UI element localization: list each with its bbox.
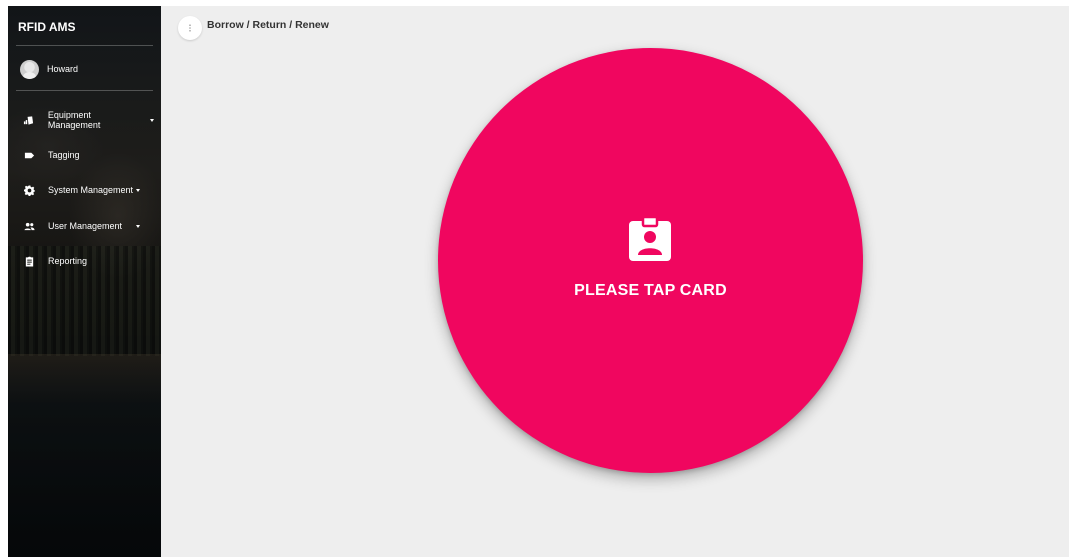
more-vert-icon <box>189 24 191 32</box>
app-brand[interactable]: RFID AMS <box>18 20 76 34</box>
breadcrumb: Borrow / Return / Renew <box>207 19 329 31</box>
sidebar-item-label: User Management <box>48 221 123 231</box>
sidebar-item-system-management[interactable]: System Management <box>22 181 154 199</box>
sidebar-item-user-management[interactable]: User Management <box>22 217 154 235</box>
badge-card-icon <box>629 215 671 261</box>
sidebar-item-label: Reporting <box>48 256 88 266</box>
label-tag-icon <box>22 148 36 162</box>
chevron-down-icon <box>136 188 140 192</box>
user-name: Howard <box>47 64 79 74</box>
gear-icon <box>22 183 36 197</box>
sidebar-item-reporting[interactable]: Reporting <box>22 252 154 270</box>
sidebar-item-label: System Management <box>48 185 134 195</box>
chevron-down-icon <box>136 224 140 228</box>
main-content: Borrow / Return / Renew PLEASE TAP CARD <box>161 6 1069 557</box>
chevron-down-icon <box>150 118 154 122</box>
sidebar-item-equipment-management[interactable]: Equipment Management <box>22 110 154 130</box>
sidebar-item-label: Equipment Management <box>47 110 101 130</box>
people-icon <box>22 219 36 233</box>
equipment-icon <box>22 113 36 127</box>
sidebar-item-label: Tagging <box>48 150 80 160</box>
avatar <box>20 59 39 79</box>
sidebar-background-lake <box>8 354 161 557</box>
clipboard-icon <box>22 254 36 268</box>
tap-card-button[interactable]: PLEASE TAP CARD <box>438 48 863 473</box>
sidebar-user[interactable]: Howard <box>20 59 78 79</box>
sidebar-item-tagging[interactable]: Tagging <box>22 146 154 164</box>
sidebar: RFID AMS Howard Equipment Management Tag… <box>8 6 161 557</box>
sidebar-divider <box>16 90 153 91</box>
tap-card-prompt: PLEASE TAP CARD <box>574 282 727 299</box>
menu-toggle-button[interactable] <box>178 16 202 40</box>
sidebar-divider <box>16 45 153 46</box>
